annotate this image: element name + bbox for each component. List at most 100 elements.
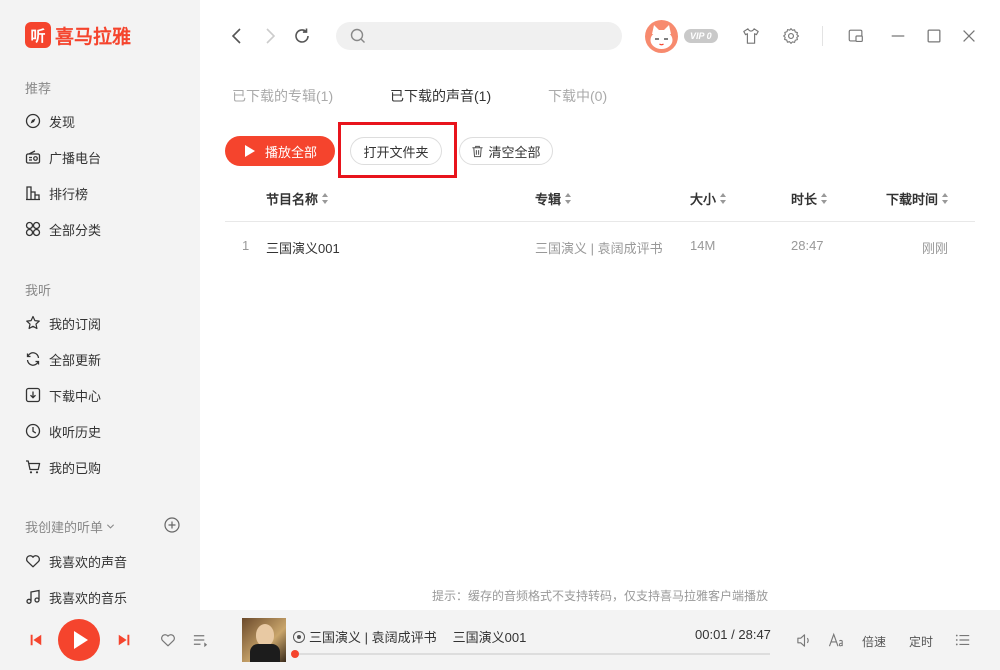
sidebar-item-label: 我喜欢的声音 (49, 554, 128, 570)
sidebar-item-label: 下载中心 (49, 388, 102, 404)
now-playing-album[interactable]: 三国演义 | 袁阔成评书 (309, 627, 437, 646)
row-track-name[interactable]: 三国演义001 (266, 238, 340, 257)
minimize-icon (891, 35, 905, 37)
section-title-playlists[interactable]: 我创建的听单 (25, 517, 115, 536)
avatar[interactable] (645, 20, 678, 53)
grid-icon (25, 221, 41, 237)
format-hint: 提示：缓存的音频格式不支持转码，仅支持喜马拉雅客户端播放 (432, 589, 769, 603)
column-header-download-time[interactable]: 下载时间 (886, 189, 949, 208)
sidebar-item-liked-sounds[interactable]: 我喜欢的声音 (25, 551, 127, 571)
vip-badge[interactable]: VIP 0 (684, 29, 718, 43)
sidebar-item-ranking[interactable]: 排行榜 (25, 183, 88, 203)
mini-player-icon (848, 29, 863, 42)
cart-icon (25, 459, 41, 475)
plus-circle-icon (164, 517, 180, 533)
sidebar-item-label: 我的已购 (49, 460, 102, 476)
previous-button[interactable] (28, 632, 44, 648)
chart-icon (25, 185, 41, 201)
row-download-time: 刚刚 (922, 241, 949, 256)
sidebar-item-label: 排行榜 (49, 186, 89, 202)
toolbar-divider (822, 26, 823, 46)
chevron-right-icon (266, 28, 276, 44)
column-header-size[interactable]: 大小 (690, 189, 727, 208)
minimize-button[interactable] (888, 26, 908, 46)
search-input[interactable] (336, 22, 622, 50)
play-icon (74, 631, 88, 649)
sidebar-item-label: 发现 (49, 114, 76, 130)
column-header-name[interactable]: 节目名称 (266, 189, 329, 208)
queue-button[interactable] (954, 631, 972, 649)
row-size: 14M (690, 238, 716, 253)
tab-downloaded-sounds[interactable]: 已下载的声音(1) (390, 86, 491, 106)
sidebar-item-subscriptions[interactable]: 我的订阅 (25, 313, 101, 333)
skin-button[interactable] (741, 26, 761, 46)
sort-icon (821, 193, 828, 204)
next-button[interactable] (116, 632, 132, 648)
sort-icon (720, 193, 727, 204)
logo-mark: 听 (25, 22, 51, 48)
playlist-button[interactable] (191, 631, 209, 649)
tab-downloaded-albums[interactable]: 已下载的专辑(1) (232, 86, 333, 106)
play-all-button[interactable]: 播放全部 (225, 136, 335, 166)
like-button[interactable] (159, 631, 177, 649)
cover-portrait-face (256, 624, 274, 646)
column-header-duration[interactable]: 时长 (791, 189, 828, 208)
refresh-icon (25, 351, 41, 367)
refresh-button[interactable] (293, 27, 311, 45)
play-pause-button[interactable] (58, 619, 100, 661)
close-button[interactable] (959, 26, 979, 46)
sidebar-item-label: 收听历史 (49, 424, 102, 440)
sort-icon (942, 193, 949, 204)
add-playlist-button[interactable] (164, 517, 180, 533)
cover-portrait-body (250, 644, 280, 662)
sidebar-item-label: 广播电台 (49, 150, 102, 166)
sidebar-item-discover[interactable]: 发现 (25, 111, 75, 131)
back-button[interactable] (229, 27, 245, 45)
maximize-icon (927, 29, 941, 43)
clear-all-button[interactable]: 清空全部 (459, 137, 553, 165)
playback-time: 00:01 / 28:47 (695, 627, 771, 642)
mini-mode-button[interactable] (846, 26, 866, 46)
skip-previous-icon (30, 634, 42, 646)
settings-button[interactable] (781, 26, 801, 46)
section-title-mine: 我听 (25, 283, 52, 298)
section-title-recommend: 推荐 (25, 81, 52, 96)
font-size-button[interactable] (827, 631, 847, 649)
speed-button[interactable]: 倍速 (862, 633, 886, 650)
highlight-annotation-box (338, 122, 457, 178)
app-logo[interactable]: 听 喜马拉雅 (25, 22, 131, 48)
sidebar-item-updates[interactable]: 全部更新 (25, 349, 101, 369)
album-disc-icon (293, 630, 305, 643)
progress-bar[interactable] (291, 650, 770, 658)
clear-all-label: 清空全部 (488, 144, 541, 160)
tshirt-icon (743, 28, 759, 44)
sidebar-item-purchased[interactable]: 我的已购 (25, 457, 101, 477)
row-album[interactable]: 三国演义 | 袁阔成评书 (535, 238, 663, 257)
progress-handle[interactable] (291, 650, 299, 658)
sidebar-item-liked-music[interactable]: 我喜欢的音乐 (25, 587, 127, 607)
sidebar-item-history[interactable]: 收听历史 (25, 421, 101, 441)
volume-button[interactable] (795, 631, 813, 649)
now-playing-title[interactable]: 三国演义001 (453, 627, 527, 646)
close-icon (963, 30, 975, 42)
album-cover[interactable] (242, 618, 286, 662)
gear-icon (783, 28, 800, 44)
column-header-album[interactable]: 专辑 (535, 189, 572, 208)
sidebar-item-downloads[interactable]: 下载中心 (25, 385, 101, 405)
trash-icon (472, 145, 484, 157)
queue-list-icon (955, 634, 970, 646)
maximize-button[interactable] (924, 26, 944, 46)
sidebar-item-radio[interactable]: 广播电台 (25, 147, 101, 167)
tab-downloading[interactable]: 下载中(0) (548, 86, 607, 106)
forward-button[interactable] (262, 27, 278, 45)
sidebar-item-label: 我的订阅 (49, 316, 102, 332)
play-all-label: 播放全部 (265, 144, 318, 160)
sidebar-item-label: 全部分类 (49, 222, 102, 238)
sort-icon (565, 193, 572, 204)
heart-icon (25, 553, 41, 569)
timer-button[interactable]: 定时 (909, 633, 933, 650)
column-header-label: 节目名称 (266, 192, 319, 207)
search-icon (350, 28, 365, 43)
heart-icon (161, 634, 175, 647)
sidebar-item-categories[interactable]: 全部分类 (25, 219, 101, 239)
